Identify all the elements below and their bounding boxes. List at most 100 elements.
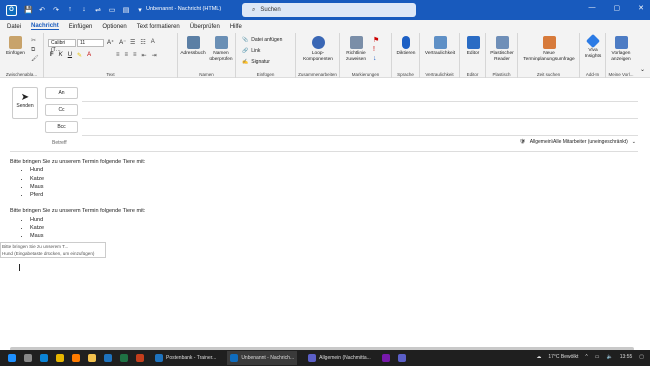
task-postenbank[interactable]: Postenbank - Trainer... xyxy=(152,351,219,365)
align-right-icon[interactable]: ≡ xyxy=(133,52,137,59)
chrome-icon[interactable] xyxy=(56,354,64,362)
immersive-reader-button[interactable]: Plastischer Reader xyxy=(487,36,517,62)
to-button[interactable]: An xyxy=(45,87,78,99)
loop-button[interactable]: Loop-Komponenten xyxy=(298,36,338,62)
excel-icon[interactable] xyxy=(120,354,128,362)
redo-icon[interactable]: ↷ xyxy=(52,6,60,14)
minimize-button[interactable]: — xyxy=(589,4,596,12)
down-arrow-icon[interactable]: ↓ xyxy=(80,6,88,14)
underline-button[interactable]: U xyxy=(68,52,72,59)
highlight-icon[interactable]: ✎ xyxy=(77,52,82,59)
send-button[interactable]: ➤ Senden xyxy=(12,87,38,119)
group-names: Adressbuch Namen überprüfen Namen xyxy=(178,33,236,78)
list-item: Hund xyxy=(30,166,145,174)
editor-button[interactable]: Editor xyxy=(461,36,485,57)
tray-arrow-icon[interactable]: ^ xyxy=(585,354,587,360)
powerpoint-icon[interactable] xyxy=(136,354,144,362)
firefox-icon[interactable] xyxy=(72,354,80,362)
italic-button[interactable]: K xyxy=(59,52,63,59)
paste-button[interactable]: Einfügen xyxy=(6,36,25,57)
font-grow-shrink[interactable]: A⁺ A⁻ xyxy=(107,39,126,46)
list-icon[interactable]: ▤ xyxy=(122,6,130,14)
edge-icon[interactable] xyxy=(40,354,48,362)
word-icon[interactable] xyxy=(104,354,112,362)
address-book-button[interactable]: Adressbuch xyxy=(180,36,206,57)
menu-nachricht[interactable]: Nachricht xyxy=(31,23,59,30)
weather-text[interactable]: 17°C Bewölkt xyxy=(548,354,578,360)
menu-datei[interactable]: Datei xyxy=(7,24,21,30)
close-button[interactable]: ✕ xyxy=(638,4,644,12)
group-voice: Diktieren Sprache xyxy=(392,33,420,78)
window-icon[interactable]: ▭ xyxy=(108,6,116,14)
onenote-icon[interactable] xyxy=(381,354,390,362)
ribbon: Einfügen ✂ ⧉ 🖌 Zwischenabla... Calibri (T…… xyxy=(0,33,650,78)
save-icon[interactable]: 💾 xyxy=(24,6,33,14)
body-paragraph-1: Bitte bringen Sie zu unserem Termin folg… xyxy=(10,159,146,165)
title-bar: O 💾 ↶ ↷ ↑ ↓ ⇌ ▭ ▤ ▾ Unbenannt - Nachrich… xyxy=(0,0,650,20)
cc-button[interactable]: Cc xyxy=(45,104,78,116)
autocomplete-tooltip[interactable]: Bitte bringen Sie zu unserem T... Hund (… xyxy=(0,242,106,258)
search-box[interactable]: ⌕ Suchen xyxy=(242,3,416,17)
ribbon-collapse-icon[interactable]: ⌄ xyxy=(640,66,645,73)
cloud-icon: ☁ xyxy=(536,354,542,360)
to-field[interactable] xyxy=(82,101,638,102)
format-icon[interactable]: ⇌ xyxy=(94,6,102,14)
bcc-field[interactable] xyxy=(82,135,638,136)
bold-button[interactable]: F xyxy=(50,52,54,59)
menu-hilfe[interactable]: Hilfe xyxy=(230,24,242,30)
clock[interactable]: 13:55 xyxy=(620,354,633,360)
group-label-voice: Sprache xyxy=(397,72,414,77)
maximize-button[interactable]: ▢ xyxy=(614,4,621,12)
assign-policy-button[interactable]: Richtlinie zuweisen xyxy=(342,36,370,62)
menu-text-formatieren[interactable]: Text formatieren xyxy=(137,24,180,30)
scheduling-poll-button[interactable]: Neue Terminplanungsumfrage xyxy=(520,36,578,62)
explorer-icon[interactable] xyxy=(88,354,96,362)
cut-copy-format-icons[interactable]: ✂ ⧉ 🖌 xyxy=(31,37,39,64)
task-unbenannt[interactable]: Unbenannt - Nachrich... xyxy=(227,351,298,365)
font-select[interactable]: Calibri (T… xyxy=(48,39,76,53)
windows-start-icon[interactable] xyxy=(8,354,16,362)
group-find-time: Neue Terminplanungsumfrage Zeit suchen xyxy=(518,33,580,78)
outdent-icon[interactable]: ⇥ xyxy=(152,52,157,59)
task-allgemein[interactable]: Allgemein (Nachmitta... xyxy=(305,351,374,365)
group-text: Calibri (T… 11 A⁺ A⁻ ☰ ☷ A F K U ✎ A ≡ ≡ ≡ … xyxy=(44,33,178,78)
view-templates-button[interactable]: Vorlagen anzeigen xyxy=(607,36,635,62)
check-names-button[interactable]: Namen überprüfen xyxy=(208,36,234,62)
shrink-font-icon[interactable]: A⁻ xyxy=(119,39,126,46)
search-taskbar-icon[interactable] xyxy=(24,354,32,362)
volume-icon[interactable]: 🔈 xyxy=(607,354,613,360)
cc-field[interactable] xyxy=(82,118,638,119)
indent-icon[interactable]: ⇤ xyxy=(142,52,147,59)
word-icon xyxy=(155,354,163,362)
signature-button[interactable]: ✍ Signatur xyxy=(242,59,270,65)
dictate-button[interactable]: Diktieren xyxy=(393,36,419,57)
menu-optionen[interactable]: Optionen xyxy=(102,24,126,30)
teams-taskbar-icon[interactable] xyxy=(397,354,406,362)
font-color-icon[interactable]: A xyxy=(87,52,91,59)
group-tags: Richtlinie zuweisen ⚑! ↓ Markierungen xyxy=(340,33,392,78)
teams-icon xyxy=(308,354,317,362)
numbering-icon[interactable]: ☷ xyxy=(140,39,145,46)
clear-format-icon[interactable]: A xyxy=(151,39,155,46)
attach-file-button[interactable]: 📎 Datei anfügen xyxy=(242,37,282,43)
network-icon[interactable]: ▭ xyxy=(595,354,600,360)
viva-insights-button[interactable]: Viva Insights xyxy=(581,33,605,59)
flag-icons[interactable]: ⚑! ↓ xyxy=(373,36,379,63)
list-buttons[interactable]: ☰ ☷ A xyxy=(130,39,155,46)
menu-einfuegen[interactable]: Einfügen xyxy=(69,24,93,30)
notification-icon[interactable]: ▢ xyxy=(639,354,644,360)
link-button[interactable]: 🔗 Link xyxy=(242,48,260,54)
up-arrow-icon[interactable]: ↑ xyxy=(66,6,74,14)
align-center-icon[interactable]: ≡ xyxy=(125,52,129,59)
align-left-icon[interactable]: ≡ xyxy=(116,52,120,59)
undo-icon[interactable]: ↶ xyxy=(38,6,46,14)
sensitivity-label-dropdown[interactable]: 🛡 Allgemein\Alle Mitarbeiter (uneingesch… xyxy=(519,139,636,145)
menu-ueberpruefen[interactable]: Überprüfen xyxy=(190,24,220,30)
subject-field[interactable] xyxy=(10,151,638,152)
grow-font-icon[interactable]: A⁺ xyxy=(107,39,114,46)
sensitivity-button[interactable]: Vertraulichkeit xyxy=(422,36,458,57)
bcc-button[interactable]: Bcc xyxy=(45,121,78,133)
bullets-icon[interactable]: ☰ xyxy=(130,39,135,46)
font-size-select[interactable]: 11 xyxy=(77,39,104,47)
customize-dropdown-icon[interactable]: ▾ xyxy=(136,6,144,14)
